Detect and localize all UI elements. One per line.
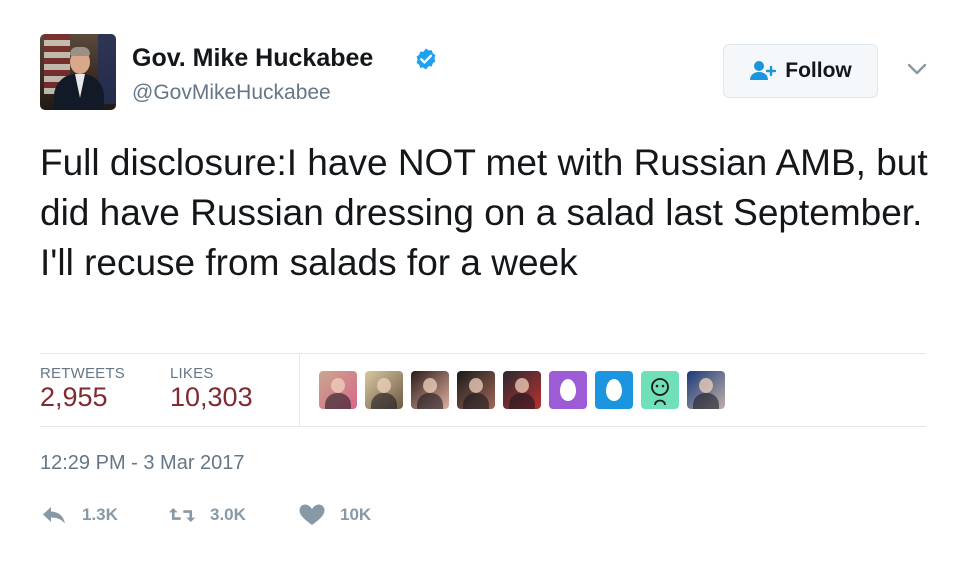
chevron-down-icon[interactable]	[906, 62, 928, 76]
liker-avatar-6[interactable]	[549, 371, 587, 409]
follow-button[interactable]: Follow	[723, 44, 878, 98]
reply-icon	[43, 507, 65, 524]
heart-icon	[299, 504, 325, 525]
avatar-hair	[70, 47, 90, 56]
reply-button[interactable]: 1.3K	[40, 502, 118, 528]
retweets-label: RETWEETS	[40, 365, 125, 382]
author-handle[interactable]: @GovMikeHuckabee	[132, 81, 331, 105]
likes-stat[interactable]: LIKES 10,303	[170, 365, 253, 413]
profile-avatar[interactable]	[40, 34, 116, 110]
like-button[interactable]: 10K	[298, 502, 371, 528]
liker-photo-figure	[377, 378, 391, 393]
tweet-text: Full disclosure:I have NOT met with Russ…	[40, 142, 928, 283]
liker-photo-figure	[699, 378, 713, 393]
follow-person-plus-icon	[750, 61, 777, 80]
liker-avatar-1[interactable]	[319, 371, 357, 409]
liker-avatar-4[interactable]	[457, 371, 495, 409]
liker-photo-figure	[469, 378, 483, 393]
retweet-button[interactable]: 3.0K	[168, 502, 246, 528]
author-display-name[interactable]: Gov. Mike Huckabee	[132, 44, 373, 73]
default-egg-icon	[560, 379, 576, 401]
liker-photo-body	[417, 393, 443, 409]
like-count: 10K	[340, 505, 372, 524]
liker-photo-body	[463, 393, 489, 409]
liker-photo-body	[371, 393, 397, 409]
liker-photo-figure	[515, 378, 529, 393]
retweet-count: 3.0K	[210, 505, 246, 524]
liker-photo-body	[509, 393, 535, 409]
retweet-icon	[168, 508, 196, 522]
default-egg-icon	[606, 379, 622, 401]
retweets-value: 2,955	[40, 382, 108, 412]
liker-photo-body	[325, 393, 351, 409]
liker-avatar-8[interactable]	[641, 371, 679, 409]
retweets-stat[interactable]: RETWEETS 2,955	[40, 365, 125, 413]
liker-avatar-5[interactable]	[503, 371, 541, 409]
liker-avatar-9[interactable]	[687, 371, 725, 409]
liker-avatar-7[interactable]	[595, 371, 633, 409]
liker-photo-body	[693, 393, 719, 409]
liker-photo-figure	[331, 378, 345, 393]
likes-label: LIKES	[170, 365, 214, 382]
likes-value: 10,303	[170, 382, 253, 412]
tweet-timestamp[interactable]: 12:29 PM - 3 Mar 2017	[40, 452, 245, 475]
stats-top-divider	[40, 353, 926, 354]
reply-count: 1.3K	[82, 505, 118, 524]
liker-avatar-3[interactable]	[411, 371, 449, 409]
follow-button-label: Follow	[785, 59, 852, 82]
liker-avatar-2[interactable]	[365, 371, 403, 409]
verified-badge-icon	[416, 48, 436, 70]
stats-bottom-divider	[40, 426, 926, 427]
cartoon-face-icon	[651, 378, 669, 406]
liker-photo-figure	[423, 378, 437, 393]
stats-vertical-divider	[299, 353, 300, 426]
